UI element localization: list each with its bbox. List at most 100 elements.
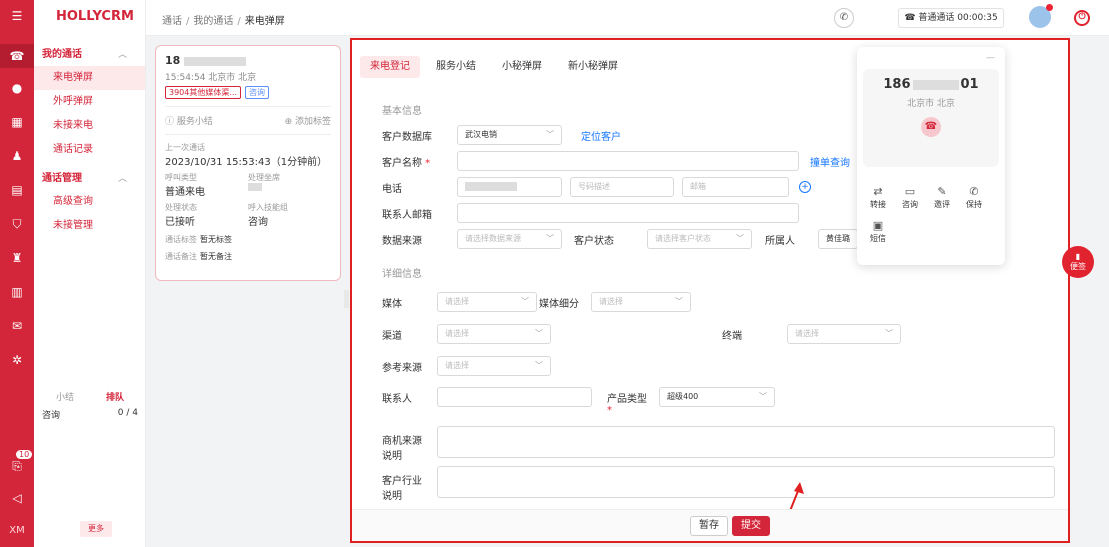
submit-button[interactable]: 提交: [732, 516, 770, 536]
bookmark-icon: ▮: [1075, 252, 1081, 261]
contact-email-label: 联系人邮箱: [382, 210, 432, 221]
collapse-icon[interactable]: ◁: [0, 486, 34, 510]
tab-new-assistant-popup[interactable]: 新小秘弹屏: [558, 56, 628, 78]
sidebar-item-incoming-popup[interactable]: 来电弹屏: [34, 66, 145, 90]
save-draft-button[interactable]: 暂存: [690, 516, 728, 536]
dial-number: 186 01: [883, 77, 979, 92]
channel-select[interactable]: 请选择 ﹀: [437, 324, 551, 344]
owner-select[interactable]: 黄佳璐: [818, 229, 858, 249]
reference-source-select[interactable]: 请选择 ﹀: [437, 356, 551, 376]
call-phone-icon[interactable]: ✆: [834, 8, 854, 28]
phone-description-input[interactable]: 号码描述: [570, 177, 674, 197]
product-type-select[interactable]: 超级400 ﹀: [659, 387, 775, 407]
user-icon[interactable]: ♟: [0, 144, 34, 168]
minimize-icon[interactable]: —: [986, 53, 995, 63]
breadcrumb-item[interactable]: 通话: [162, 16, 182, 27]
call-type-value: 普通来电: [165, 187, 205, 198]
sms-button[interactable]: ▣ 短信: [863, 219, 893, 244]
queue-label: 咨询: [42, 411, 61, 421]
chevron-down-icon: ﹀: [759, 392, 767, 401]
customer-name-input[interactable]: [457, 151, 799, 171]
phone-input[interactable]: [457, 177, 562, 197]
add-phone-icon[interactable]: +: [799, 181, 811, 193]
menu-group-my-calls[interactable]: 我的通话 ︿: [34, 44, 145, 66]
invite-review-button[interactable]: ✎ 邀评: [927, 185, 957, 210]
transfer-button[interactable]: ⇄ 转接: [863, 185, 893, 210]
menu-toggle-icon[interactable]: ☰: [0, 4, 34, 28]
sidebar-item-missed-calls[interactable]: 未接来电: [34, 114, 145, 138]
customer-db-select[interactable]: 武汉电销 ﹀: [457, 125, 562, 145]
sidebar-item-outbound-popup[interactable]: 外呼弹屏: [34, 90, 145, 114]
sidebar-item-missed-management[interactable]: 未接管理: [34, 214, 145, 238]
service-summary-link[interactable]: ⓘ 服务小结: [165, 114, 213, 127]
product-type-label: 产品类型 *: [607, 394, 647, 416]
call-remark-row: 通话备注 暂无备注: [165, 252, 232, 261]
queue-tab-summary[interactable]: 小结: [56, 390, 74, 403]
tab-assistant-popup[interactable]: 小秘弹屏: [492, 56, 552, 78]
settings-icon[interactable]: ✲: [0, 348, 34, 372]
media-label: 媒体: [382, 299, 402, 310]
agent-label: 处理坐席: [248, 173, 280, 182]
customer-status-select[interactable]: 请选择客户状态 ﹀: [647, 229, 752, 249]
add-tag-button[interactable]: ⊕ 添加标签: [285, 114, 331, 127]
power-icon[interactable]: ⏻: [1074, 10, 1090, 26]
call-status[interactable]: ☎ 普通通话 00:00:35: [898, 8, 1004, 28]
avatar[interactable]: [1029, 4, 1053, 28]
chevron-up-icon: ︿: [117, 50, 127, 60]
consult-button[interactable]: ▭ 咨询: [895, 185, 925, 210]
duplicate-check-link[interactable]: 撞单查询: [810, 154, 850, 169]
document-icon[interactable]: ▤: [0, 178, 34, 202]
call-card[interactable]: 18 15:54:54 北京市 北京 3904其他媒体渠... 咨询 ⓘ 服务小…: [155, 45, 341, 281]
message-icon[interactable]: ✉: [0, 314, 34, 338]
section-detail-info: 详细信息: [382, 269, 422, 280]
masked-number: [184, 56, 247, 66]
queue-panel: 小结 排队 咨询 0 / 4: [34, 388, 146, 425]
sidebar-item-advanced-search[interactable]: 高级查询: [34, 190, 145, 214]
breadcrumb: 通话 / 我的通话 / 来电弹屏: [162, 16, 285, 27]
call-type-label: 呼叫类型: [165, 173, 197, 182]
owner-label: 所属人: [765, 236, 795, 247]
notification-icon[interactable]: ⎘ 10: [0, 450, 34, 478]
contact-input[interactable]: [437, 387, 592, 407]
dial-location: 北京市 北京: [907, 99, 955, 109]
media-sub-select[interactable]: 请选择 ﹀: [591, 292, 691, 312]
more-button[interactable]: 更多: [80, 521, 112, 537]
sidebar-item-call-records[interactable]: 通话记录: [34, 138, 145, 162]
bar-chart-icon[interactable]: ▥: [0, 280, 34, 304]
data-source-label: 数据来源: [382, 236, 422, 247]
opportunity-source-textarea[interactable]: [437, 426, 1055, 458]
caller-number: 18: [165, 54, 331, 68]
media-select[interactable]: 请选择 ﹀: [437, 292, 537, 312]
contact-label: 联系人: [382, 394, 412, 405]
breadcrumb-item[interactable]: 我的通话: [193, 16, 233, 27]
locate-customer-link[interactable]: 定位客户: [581, 128, 621, 143]
terminal-select[interactable]: 请选择 ﹀: [787, 324, 901, 344]
skill-tag: 咨询: [245, 86, 269, 99]
phone-label: 电话: [382, 184, 402, 195]
skill-group-value: 咨询: [248, 217, 268, 228]
masked-number: [912, 79, 959, 90]
email-small-input[interactable]: 邮箱: [682, 177, 789, 197]
chat-icon[interactable]: ●: [0, 76, 34, 100]
menu-group-call-management[interactable]: 通话管理 ︿: [34, 168, 145, 190]
tab-call-registration[interactable]: 来电登记: [360, 56, 420, 78]
db-label: 客户数据库: [382, 132, 432, 143]
tab-service-summary[interactable]: 服务小结: [426, 56, 486, 78]
last-call-value: 2023/10/31 15:53:43（1分钟前）: [165, 157, 328, 168]
panel-splitter[interactable]: [344, 290, 349, 308]
robot-icon[interactable]: ♜: [0, 246, 34, 270]
chevron-down-icon: ﹀: [885, 329, 893, 338]
queue-tab-queue[interactable]: 排队: [106, 390, 124, 403]
hold-icon: ✆: [969, 185, 979, 198]
data-source-select[interactable]: 请选择数据来源 ﹀: [457, 229, 562, 249]
hangup-button[interactable]: ☎: [921, 117, 941, 137]
edit-icon: ✎: [937, 185, 947, 198]
phone-icon[interactable]: ☎: [0, 44, 34, 68]
hold-button[interactable]: ✆ 保持: [959, 185, 989, 210]
contact-email-input[interactable]: [457, 203, 799, 223]
notes-button[interactable]: ▮ 便签: [1062, 246, 1094, 278]
shield-icon[interactable]: ⛉: [0, 212, 34, 236]
grid-icon[interactable]: ▦: [0, 110, 34, 134]
section-basic-info: 基本信息: [382, 106, 422, 117]
notification-badge: 10: [16, 450, 33, 459]
